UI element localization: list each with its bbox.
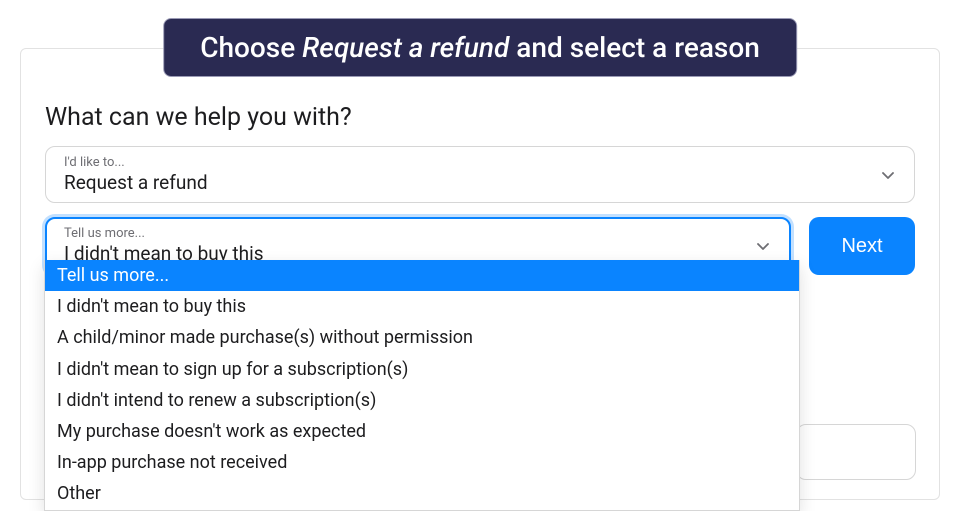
dropdown-option[interactable]: Tell us more... [45,260,799,291]
reason-dropdown[interactable]: Tell us more...I didn't mean to buy this… [44,260,800,511]
select-row-1: I'd like to... Request a refund [45,146,915,203]
dropdown-option[interactable]: I didn't intend to renew a subscription(… [45,385,799,416]
action-select-value: Request a refund [64,172,870,195]
reason-select-label: Tell us more... [64,226,746,242]
chevron-down-icon [880,167,896,183]
dropdown-option[interactable]: I didn't mean to buy this [45,291,799,322]
action-select-label: I'd like to... [64,155,870,171]
next-button[interactable]: Next [809,217,915,274]
instruction-banner: Choose Request a refund and select a rea… [163,18,797,77]
dropdown-option[interactable]: My purchase doesn't work as expected [45,416,799,447]
action-select[interactable]: I'd like to... Request a refund [45,146,915,203]
dropdown-option[interactable]: In-app purchase not received [45,447,799,478]
chevron-down-icon [755,238,771,254]
banner-text-post: and select a reason [509,31,759,64]
secondary-box [796,424,916,480]
dropdown-option[interactable]: I didn't mean to sign up for a subscript… [45,354,799,385]
dropdown-option[interactable]: A child/minor made purchase(s) without p… [45,322,799,353]
dropdown-option[interactable]: Other [45,478,799,509]
banner-text-pre: Choose [200,31,302,64]
banner-text-italic: Request a refund [302,31,509,64]
help-heading: What can we help you with? [45,103,915,132]
